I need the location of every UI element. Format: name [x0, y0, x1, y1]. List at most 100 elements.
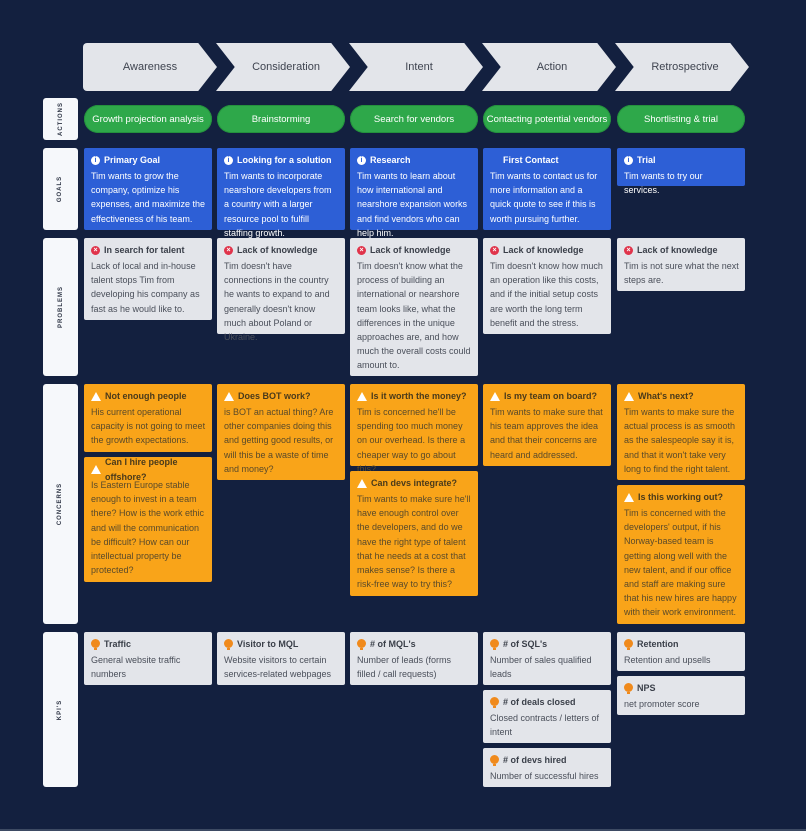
- problem-card: × Lack of knowledge Tim doesn't know what…: [350, 238, 478, 376]
- action-pill: Search for vendors: [350, 105, 478, 133]
- card-title: Trial: [637, 155, 656, 166]
- x-circle-icon: ×: [224, 246, 233, 255]
- x-circle-icon: ×: [91, 246, 100, 255]
- kpi-card: Retention Retention and upsells: [617, 632, 745, 671]
- card-title: In search for talent: [104, 245, 185, 256]
- card-body: Tim wants to grow the company, optimize …: [91, 171, 206, 224]
- card-body: is BOT an actual thing? Are other compan…: [224, 407, 334, 474]
- stage-awareness: Awareness: [83, 43, 217, 91]
- stage-consideration: Consideration: [216, 43, 350, 91]
- card-body: Tim wants to learn about how internation…: [357, 171, 468, 238]
- row-label-goals: GOALS: [43, 148, 78, 230]
- kpi-card: # of deals closed Closed contracts / let…: [483, 690, 611, 743]
- card-title: Is it worth the money?: [371, 391, 467, 402]
- concern-card: Can devs integrate? Tim wants to make su…: [350, 471, 478, 596]
- card-title: Traffic: [104, 639, 132, 650]
- kpi-card: # of devs hired Number of successful hir…: [483, 748, 611, 787]
- badge-icon: [490, 639, 499, 650]
- card-body: Website visitors to certain services-rel…: [224, 655, 332, 680]
- stage-label: Awareness: [122, 61, 178, 73]
- card-title: Lack of knowledge: [503, 245, 584, 256]
- card-title: What's next?: [638, 391, 694, 402]
- row-label-concerns: CONCERNS: [43, 384, 78, 624]
- card-title: Primary Goal: [104, 155, 161, 166]
- warning-icon: [91, 392, 101, 401]
- warning-icon: [490, 392, 500, 401]
- action-pill: Contacting potential vendors: [483, 105, 611, 133]
- card-body: Tim wants to incorporate nearshore devel…: [224, 171, 332, 238]
- warning-icon: [91, 465, 101, 474]
- card-body: His current operational capacity is not …: [91, 407, 206, 446]
- card-body: Number of sales qualified leads: [490, 655, 592, 680]
- card-title: Is this working out?: [638, 492, 723, 503]
- card-title: Is my team on board?: [504, 391, 598, 402]
- card-body: Tim wants to make sure the actual proces…: [624, 407, 736, 474]
- card-title: Visitor to MQL: [237, 639, 299, 650]
- card-body: Tim wants to make sure he'll have enough…: [357, 494, 471, 590]
- card-body: Tim wants to make sure that his team app…: [490, 407, 603, 460]
- card-body: Tim is not sure what the next steps are.: [624, 261, 739, 286]
- warning-icon: [624, 493, 634, 502]
- stage-label: Action: [536, 61, 568, 73]
- card-title: Can devs integrate?: [371, 478, 458, 489]
- warning-icon: [224, 392, 234, 401]
- card-title: Does BOT work?: [238, 391, 311, 402]
- info-icon: i: [624, 156, 633, 165]
- stage-label: Consideration: [252, 61, 320, 73]
- kpi-card: NPS net promoter score: [617, 676, 745, 715]
- problem-card: × Lack of knowledge Tim doesn't have conn…: [217, 238, 345, 342]
- card-body: General website traffic numbers: [91, 655, 181, 680]
- card-title: NPS: [637, 683, 656, 694]
- card-body: Number of successful hires: [490, 771, 599, 781]
- goal-card: i Looking for a solution Tim wants to inc…: [217, 148, 345, 238]
- row-label-text: ACTIONS: [57, 102, 64, 136]
- kpi-card: # of SQL's Number of sales qualified lea…: [483, 632, 611, 685]
- warning-icon: [357, 479, 367, 488]
- goal-card: First Contact Tim wants to contact us fo…: [483, 148, 611, 230]
- concern-card: Is it worth the money? Tim is concerned …: [350, 384, 478, 474]
- badge-icon: [624, 639, 633, 650]
- row-label-text: PROBLEMS: [57, 285, 64, 329]
- x-circle-icon: ×: [490, 246, 499, 255]
- card-body: Lack of local and in-house talent stops …: [91, 261, 200, 314]
- warning-icon: [357, 392, 367, 401]
- card-body: Tim doesn't have connections in the coun…: [224, 261, 330, 343]
- card-body: Tim is concerned with the developers' ou…: [624, 508, 737, 618]
- stage-action: Action: [482, 43, 616, 91]
- badge-icon: [224, 639, 233, 650]
- card-title: # of SQL's: [503, 639, 548, 650]
- card-body: Tim doesn't know what the process of bui…: [357, 261, 471, 371]
- card-body: Tim wants to try our services.: [624, 171, 703, 196]
- info-icon: i: [357, 156, 366, 165]
- row-label-text: GOALS: [57, 175, 64, 203]
- card-body: Tim wants to contact us for more informa…: [490, 171, 598, 224]
- problem-card: × Lack of knowledge Tim is not sure what …: [617, 238, 745, 291]
- row-label-problems: PROBLEMS: [43, 238, 78, 376]
- card-body: Retention and upsells: [624, 655, 711, 665]
- goal-card: i Trial Tim wants to try our services.: [617, 148, 745, 195]
- goal-card: i Research Tim wants to learn about how i…: [350, 148, 478, 238]
- badge-icon: [91, 639, 100, 650]
- badge-icon: [490, 755, 499, 766]
- concern-card: Not enough people His current operationa…: [84, 384, 212, 452]
- card-title: Retention: [637, 639, 679, 650]
- card-title: Lack of knowledge: [370, 245, 451, 256]
- kpi-card: # of MQL's Number of leads (forms filled…: [350, 632, 478, 685]
- stage-intent: Intent: [349, 43, 483, 91]
- stage-label: Intent: [405, 61, 433, 73]
- card-title: Looking for a solution: [237, 155, 332, 166]
- kpi-card: Visitor to MQL Website visitors to certa…: [217, 632, 345, 685]
- problem-card: × In search for talent Lack of local and …: [84, 238, 212, 320]
- card-body: Closed contracts / letters of intent: [490, 713, 600, 738]
- blank-icon: [490, 156, 499, 165]
- card-title: # of MQL's: [370, 639, 416, 650]
- card-body: Is Eastern Europe stable enough to inves…: [91, 480, 205, 576]
- card-title: Lack of knowledge: [237, 245, 318, 256]
- concern-card: What's next? Tim wants to make sure the …: [617, 384, 745, 480]
- x-circle-icon: ×: [357, 246, 366, 255]
- problem-card: × Lack of knowledge Tim doesn't know how …: [483, 238, 611, 334]
- row-label-kpis: KPI'S: [43, 632, 78, 787]
- stage-retrospective: Retrospective: [615, 43, 749, 91]
- action-pill: Shortlisting & trial: [617, 105, 745, 133]
- card-title: First Contact: [503, 155, 559, 166]
